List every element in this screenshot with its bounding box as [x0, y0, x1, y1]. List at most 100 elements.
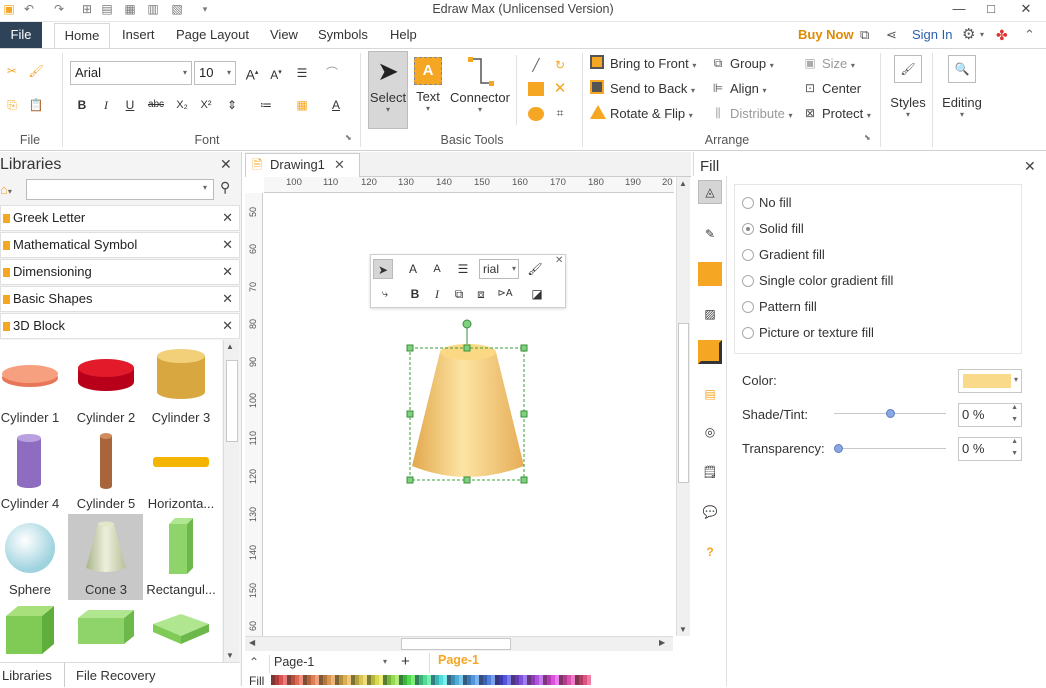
shade-tint-slider-thumb[interactable]	[886, 409, 895, 418]
fill-bucket-icon[interactable]: ◬	[698, 180, 722, 204]
format-painter-icon[interactable]: 🖌	[26, 61, 46, 81]
copy-icon[interactable]: ⎘	[2, 95, 22, 115]
text-tool-button[interactable]: A Text ▾	[410, 53, 446, 129]
strikethrough-icon[interactable]: abc	[146, 95, 166, 115]
shape-cylinder-2[interactable]: Cylinder 2	[70, 340, 142, 425]
protect-button[interactable]: Protect ▾	[822, 106, 871, 121]
spinner-arrows-icon[interactable]: ▲ ▼	[1011, 436, 1018, 460]
page-properties-icon[interactable]: ▤	[698, 382, 722, 406]
layers-icon[interactable]	[698, 340, 722, 364]
fill-option-picture-texture[interactable]: Picture or texture fill	[742, 323, 1012, 343]
document-tab[interactable]: 🗎 Drawing1 ✕	[245, 153, 360, 177]
font-color-icon[interactable]: A	[326, 95, 346, 115]
fill-option-solid-fill[interactable]: Solid fill	[742, 219, 1012, 239]
library-search-input[interactable]	[26, 179, 214, 200]
center-button[interactable]: Center	[822, 81, 861, 96]
close-library-icon[interactable]: ✕	[222, 206, 233, 230]
shape-slab[interactable]	[145, 598, 217, 662]
mini-fill-icon[interactable]: ◪	[527, 284, 547, 304]
mini-bold-icon[interactable]: B	[405, 284, 425, 304]
selected-cone-shape[interactable]	[404, 316, 534, 488]
fill-option-no-fill[interactable]: No fill	[742, 193, 1012, 213]
text-align-icon[interactable]: ☰	[292, 63, 312, 83]
superscript-icon[interactable]: X²	[196, 95, 216, 115]
settings-gear-icon[interactable]: ⚙	[962, 22, 975, 48]
line-spacing-icon[interactable]: ⇕	[222, 95, 242, 115]
bring-to-front-button[interactable]: Bring to Front ▾	[610, 56, 696, 71]
tab-libraries[interactable]: Libraries	[2, 668, 52, 683]
canvas-vertical-scrollbar[interactable]: ▲ ▼	[676, 177, 690, 636]
fill-option-gradient-fill[interactable]: Gradient fill	[742, 245, 1012, 265]
home-library-icon[interactable]: ⌂▾	[0, 179, 24, 201]
tab-symbols[interactable]: Symbols	[316, 22, 370, 48]
mini-select-icon[interactable]: ➤	[373, 259, 393, 279]
transparency-input[interactable]: 0 % ▲ ▼	[958, 437, 1022, 461]
shade-tint-input[interactable]: 0 % ▲ ▼	[958, 403, 1022, 427]
bold-icon[interactable]: B	[72, 95, 92, 115]
scroll-up-icon[interactable]: ▲	[226, 342, 234, 351]
mini-shrink-font-icon[interactable]: A	[427, 259, 447, 279]
image-icon[interactable]: ▨	[698, 302, 722, 326]
attachment-note-icon[interactable]: 🗒	[698, 460, 722, 484]
paste-icon[interactable]: 📋	[26, 95, 46, 115]
mini-align-icon[interactable]: ☰	[453, 259, 473, 279]
scroll-down-icon[interactable]: ▼	[226, 651, 234, 660]
shape-flat-block[interactable]	[70, 598, 142, 662]
shape-cylinder-5[interactable]: Cylinder 5	[70, 426, 142, 511]
mini-bring-front-icon[interactable]: ⧉	[449, 284, 469, 304]
library-scrollbar[interactable]: ▲ ▼	[223, 340, 239, 662]
canvas-horizontal-scrollbar[interactable]: ◀ ▶	[245, 636, 673, 651]
rectangle-tool-icon[interactable]	[528, 82, 544, 96]
align-button[interactable]: Align ▾	[730, 81, 767, 96]
shape-horizontal-cylinder[interactable]: Horizonta...	[145, 426, 217, 511]
shape-cylinder-3[interactable]: Cylinder 3	[145, 340, 217, 425]
maximize-icon[interactable]: □	[975, 0, 1007, 20]
add-page-icon[interactable]: +	[401, 653, 410, 670]
radio-button[interactable]	[742, 275, 754, 287]
crop-tool-icon[interactable]: ⌗	[550, 103, 570, 123]
theme-icon[interactable]: ✤	[996, 22, 1008, 48]
help-icon[interactable]: ?	[698, 540, 722, 564]
text-curve-icon[interactable]: ⌒	[322, 63, 342, 83]
size-button[interactable]: Size ▾	[822, 56, 855, 71]
font-dialog-launcher-icon[interactable]: ⬊	[345, 133, 352, 142]
library-greek-letter[interactable]: Greek Letter ✕	[0, 205, 240, 231]
search-icon[interactable]: ⚲	[220, 179, 230, 196]
mini-send-back-icon[interactable]: ⧈	[471, 284, 491, 304]
send-to-back-button[interactable]: Send to Back ▾	[610, 81, 695, 96]
mini-connector-icon[interactable]: ⤷	[375, 284, 395, 304]
mini-toolbar-close-icon[interactable]: ✕	[555, 255, 563, 266]
scroll-right-icon[interactable]: ▶	[659, 638, 665, 647]
tab-file-recovery[interactable]: File Recovery	[76, 668, 155, 683]
tab-home[interactable]: Home	[54, 23, 110, 48]
italic-icon[interactable]: I	[96, 95, 116, 115]
font-size-select[interactable]: 10 ▾	[194, 61, 236, 85]
scroll-thumb[interactable]	[226, 360, 238, 442]
shadow-icon[interactable]	[698, 262, 722, 286]
shape-sphere[interactable]: Sphere	[0, 512, 70, 597]
mini-format-painter-icon[interactable]: 🖌	[525, 259, 545, 279]
comment-icon[interactable]: 💬	[698, 500, 722, 524]
transparency-slider[interactable]	[834, 448, 946, 449]
close-library-icon[interactable]: ✕	[222, 287, 233, 311]
connector-tool-button[interactable]: Connector ▾	[448, 53, 512, 129]
highlight-icon[interactable]: ▦	[292, 95, 312, 115]
tab-file[interactable]: File	[0, 22, 42, 48]
mini-font-select[interactable]: rial ▾	[479, 259, 519, 279]
underline-icon[interactable]: U	[120, 95, 140, 115]
close-library-icon[interactable]: ✕	[222, 260, 233, 284]
rotate-flip-button[interactable]: Rotate & Flip ▾	[610, 106, 693, 121]
minimize-icon[interactable]: —	[943, 0, 975, 20]
share-screen-icon[interactable]: ⧉	[860, 22, 869, 48]
editing-button[interactable]: 🔍 Editing ▾	[938, 55, 986, 135]
scroll-down-icon[interactable]: ▼	[679, 625, 687, 634]
collapse-ribbon-icon[interactable]: ⌃	[1024, 22, 1035, 48]
shape-cube[interactable]	[0, 598, 70, 662]
arrange-dialog-launcher-icon[interactable]: ⬊	[864, 133, 871, 142]
radio-button[interactable]	[742, 249, 754, 261]
shape-cylinder-4[interactable]: Cylinder 4	[0, 426, 70, 511]
tab-insert[interactable]: Insert	[120, 22, 157, 48]
tab-view[interactable]: View	[268, 22, 300, 48]
search-dropdown-icon[interactable]: ▾	[203, 183, 207, 192]
library-mathematical-symbol[interactable]: Mathematical Symbol ✕	[0, 232, 240, 258]
